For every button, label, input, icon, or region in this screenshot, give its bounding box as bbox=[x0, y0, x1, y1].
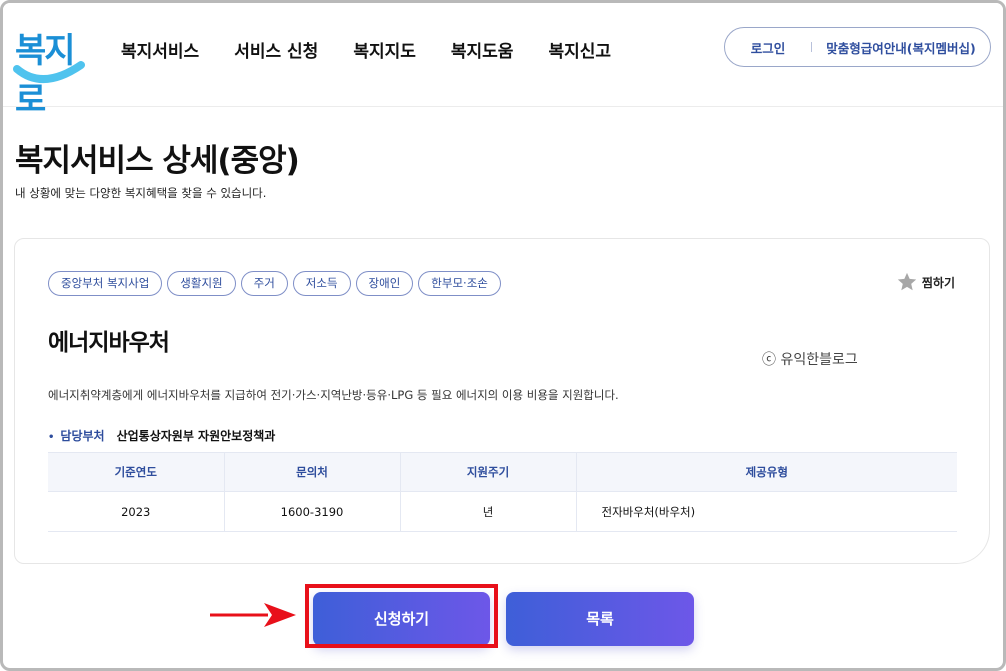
table-header: 제공유형 bbox=[575, 452, 957, 492]
table-cell: 1600-3190 bbox=[223, 491, 400, 532]
highlight-box bbox=[305, 584, 498, 648]
nav-welfare-map[interactable]: 복지지도 bbox=[353, 37, 416, 62]
tag-disabled[interactable]: 장애인 bbox=[355, 271, 414, 296]
table-header: 지원주기 bbox=[399, 452, 576, 492]
table-cell: 2023 bbox=[48, 491, 224, 532]
service-info-table: 기준연도 문의처 지원주기 제공유형 2023 1600-3190 년 전자바우… bbox=[48, 452, 957, 532]
tag-living-support[interactable]: 생활지원 bbox=[167, 271, 236, 296]
service-title: 에너지바우처 bbox=[48, 330, 170, 356]
nav-welfare-service[interactable]: 복지서비스 bbox=[121, 37, 199, 62]
list-button[interactable]: 목록 bbox=[506, 592, 694, 646]
login-link[interactable]: 로그인 bbox=[725, 38, 811, 57]
page-description: 내 상황에 맞는 다양한 복지혜택을 찾을 수 있습니다. bbox=[15, 186, 267, 200]
watermark: ⓒ 유익한블로그 bbox=[762, 352, 858, 368]
page-title: 복지서비스 상세(중앙) bbox=[15, 143, 300, 179]
tag-low-income[interactable]: 저소득 bbox=[292, 271, 351, 296]
site-header: 복지로 복지서비스 서비스 신청 복지지도 복지도움 복지신고 로그인 맞춤형급… bbox=[3, 3, 1003, 120]
tag-list: 중앙부처 복지사업 생활지원 주거 저소득 장애인 한부모·조손 bbox=[48, 271, 501, 296]
nav-service-apply[interactable]: 서비스 신청 bbox=[234, 37, 318, 62]
table-cell: 년 bbox=[399, 491, 576, 532]
table-row: 2023 1600-3190 년 전자바우처(바우처) bbox=[48, 491, 957, 532]
tag-central-ministry[interactable]: 중앙부처 복지사업 bbox=[48, 271, 163, 296]
browser-frame: 복지로 복지서비스 서비스 신청 복지지도 복지도움 복지신고 로그인 맞춤형급… bbox=[0, 0, 1006, 671]
utility-menu: 로그인 맞춤형급여안내(복지멤버십) bbox=[724, 27, 991, 67]
service-description: 에너지취약계층에게 에너지바우처를 지급하여 전기·가스·지역난방·등유·LPG… bbox=[48, 388, 619, 402]
logo-swoosh-icon bbox=[13, 61, 85, 84]
table-cell: 전자바우처(바우처) bbox=[575, 491, 957, 532]
nav-welfare-help[interactable]: 복지도움 bbox=[451, 37, 514, 62]
membership-link[interactable]: 맞춤형급여안내(복지멤버십) bbox=[812, 38, 990, 57]
service-detail-card: 중앙부처 복지사업 생활지원 주거 저소득 장애인 한부모·조손 찜하기 에너지… bbox=[14, 238, 990, 564]
main-nav: 복지서비스 서비스 신청 복지지도 복지도움 복지신고 bbox=[121, 37, 611, 62]
site-logo[interactable]: 복지로 bbox=[13, 21, 89, 120]
favorite-label: 찜하기 bbox=[921, 275, 955, 290]
red-arrow-icon bbox=[210, 603, 296, 627]
department-value: 산업통상자원부 자원안보정책과 bbox=[116, 429, 276, 443]
table-header: 문의처 bbox=[223, 452, 400, 492]
table-header: 기준연도 bbox=[48, 452, 224, 492]
star-icon bbox=[897, 272, 917, 291]
tag-single-parent[interactable]: 한부모·조손 bbox=[418, 271, 501, 296]
tag-housing[interactable]: 주거 bbox=[240, 271, 288, 296]
department-info: 담당부처 산업통상자원부 자원안보정책과 bbox=[48, 427, 275, 444]
nav-welfare-report[interactable]: 복지신고 bbox=[548, 37, 611, 62]
favorite-button[interactable]: 찜하기 bbox=[896, 271, 955, 293]
table-header-row: 기준연도 문의처 지원주기 제공유형 bbox=[48, 452, 957, 492]
department-label: 담당부처 bbox=[48, 427, 104, 444]
